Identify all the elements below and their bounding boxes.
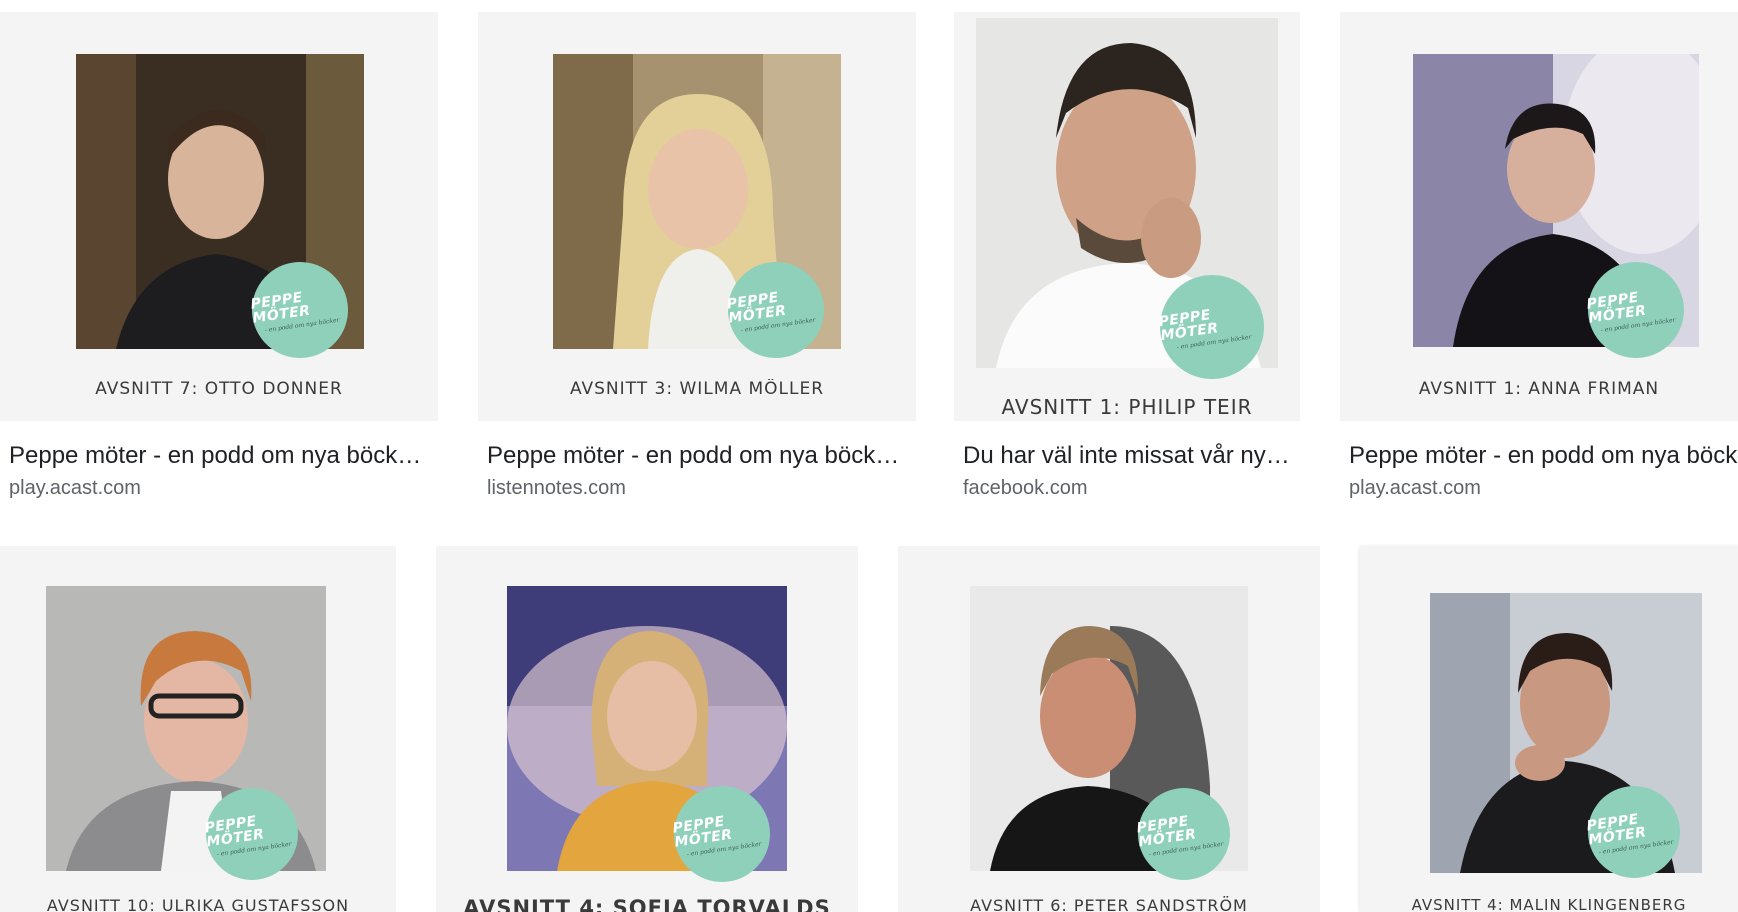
episode-caption: AVSNITT 1: ANNA FRIMAN	[1418, 379, 1660, 399]
result-thumbnail[interactable]: PEPPE MÖTER - en podd om nya böcker AVSN…	[0, 546, 396, 912]
result-card[interactable]: PEPPE MÖTER - en podd om nya böcker AVSN…	[1340, 12, 1738, 502]
result-card[interactable]: PEPPE MÖTER - en podd om nya böcker AVSN…	[898, 546, 1322, 912]
result-thumbnail[interactable]: PEPPE MÖTER - en podd om nya böcker AVSN…	[954, 12, 1300, 421]
result-thumbnail[interactable]: PEPPE MÖTER - en podd om nya böcker AVSN…	[1360, 546, 1738, 912]
episode-caption: AVSNITT 1: PHILIP TEIR	[1001, 395, 1253, 419]
result-source[interactable]: play.acast.com	[9, 477, 141, 500]
result-card[interactable]: PEPPE MÖTER - en podd om nya böcker AVSN…	[0, 12, 440, 502]
result-thumbnail[interactable]: PEPPE MÖTER - en podd om nya böcker AVSN…	[478, 12, 916, 421]
result-title[interactable]: Peppe möter - en podd om nya böck…	[9, 442, 429, 470]
image-results-grid: PEPPE MÖTER - en podd om nya böcker AVSN…	[0, 0, 1738, 912]
episode-caption: AVSNITT 3: WILMA MÖLLER	[569, 379, 825, 399]
result-title[interactable]: Peppe möter - en podd om nya böck	[1349, 442, 1738, 470]
result-title[interactable]: Du har väl inte missat vår ny…	[963, 442, 1293, 470]
result-card[interactable]: PEPPE MÖTER - en podd om nya böcker AVSN…	[1360, 546, 1738, 912]
result-source[interactable]: facebook.com	[963, 477, 1088, 500]
episode-caption: AVSNITT 7: OTTO DONNER	[95, 379, 343, 399]
result-thumbnail[interactable]: PEPPE MÖTER - en podd om nya böcker AVSN…	[898, 546, 1320, 912]
result-thumbnail[interactable]: PEPPE MÖTER - en podd om nya böcker AVSN…	[436, 546, 858, 912]
result-source[interactable]: play.acast.com	[1349, 477, 1481, 500]
result-source[interactable]: listennotes.com	[487, 477, 626, 500]
result-card[interactable]: PEPPE MÖTER - en podd om nya böcker AVSN…	[954, 12, 1304, 502]
result-card[interactable]: PEPPE MÖTER - en podd om nya böcker AVSN…	[478, 12, 918, 502]
episode-caption: AVSNITT 6: PETER SANDSTRÖM	[970, 896, 1248, 912]
episode-caption: AVSNITT 10: ULRIKA GUSTAFSSON	[46, 896, 350, 912]
result-title[interactable]: Peppe möter - en podd om nya böck…	[487, 442, 907, 470]
result-card[interactable]: PEPPE MÖTER - en podd om nya böcker AVSN…	[0, 546, 398, 912]
result-card[interactable]: PEPPE MÖTER - en podd om nya böcker AVSN…	[436, 546, 860, 912]
episode-caption: AVSNITT 4: SOFIA TORVALDS	[463, 896, 831, 912]
result-thumbnail[interactable]: PEPPE MÖTER - en podd om nya böcker AVSN…	[1340, 12, 1738, 421]
episode-caption: AVSNITT 4: MALIN KLINGENBERG	[1411, 896, 1687, 912]
result-thumbnail[interactable]: PEPPE MÖTER - en podd om nya böcker AVSN…	[0, 12, 438, 421]
